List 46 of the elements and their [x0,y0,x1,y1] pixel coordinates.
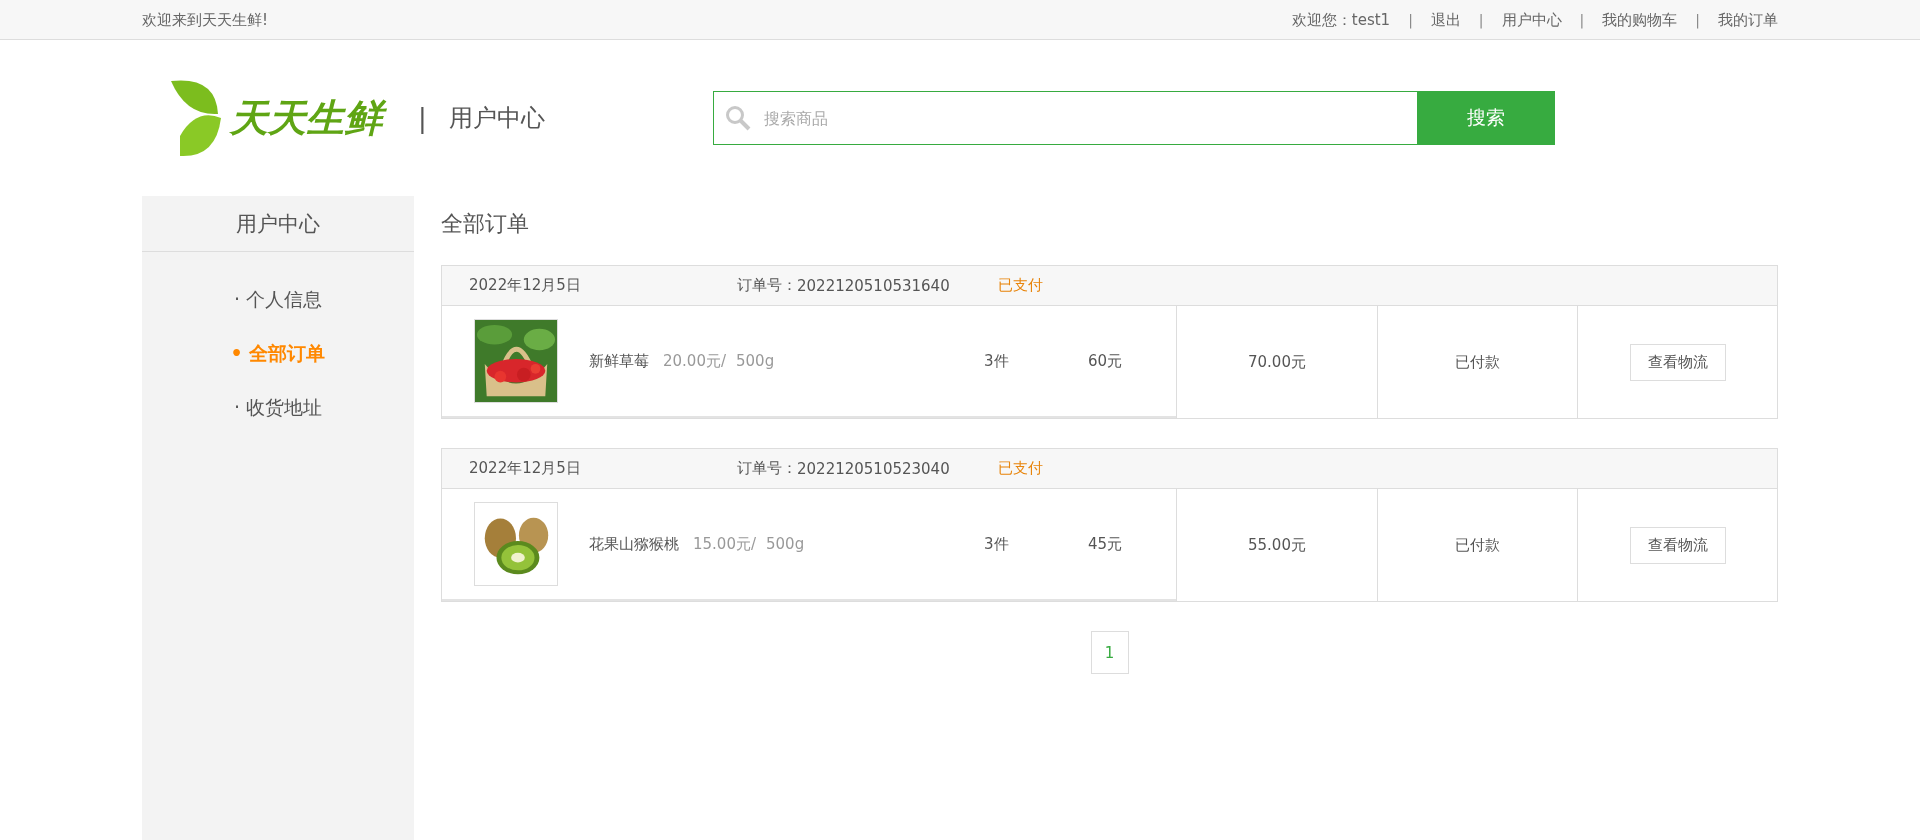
separator: | [1695,12,1700,28]
payment-status: 已付款 [1455,352,1500,372]
top-link[interactable]: 我的订单 [1718,10,1778,30]
order-number-label: 订单号： [737,276,797,295]
order-number-label: 订单号： [737,459,797,478]
welcome-text: 欢迎来到天天生鲜! [142,10,268,30]
product-name: 花果山猕猴桃 [589,534,679,554]
order-status: 已支付 [997,276,1043,295]
separator: | [1579,12,1585,28]
divider: | [418,103,427,133]
order-number: 2022120510531640 [797,276,950,295]
order-number: 2022120510523040 [797,459,950,478]
view-logistics-button[interactable]: 查看物流 [1629,526,1726,564]
username: test1 [1351,11,1391,29]
order-date: 2022年12月5日 [469,276,582,295]
sidebar-item[interactable]: · 收货地址 [229,392,327,422]
subtotal: 45元 [1088,534,1124,554]
product-price: 20.00元/ [663,351,726,371]
top-link[interactable]: 用户中心 [1501,10,1562,30]
product-unit: 500g [736,352,775,370]
top-link[interactable]: 我的购物车 [1602,10,1678,30]
payment-status: 已付款 [1455,535,1500,555]
page-title: 全部订单 [441,210,530,238]
logo-text: 天天生鲜 [226,93,390,143]
separator: | [1478,12,1484,28]
product-unit: 500g [766,535,805,553]
sidebar-item[interactable]: · 个人信息 [229,284,327,314]
order-total: 55.00元 [1248,535,1306,555]
search-icon [724,105,751,131]
quantity: 3件 [984,534,1010,554]
product-price: 15.00元/ [693,534,756,554]
order-status: 已支付 [997,459,1043,478]
order-date: 2022年12月5日 [469,459,582,478]
search-button[interactable]: 搜索 [1417,91,1555,145]
top-link[interactable]: 退出 [1430,10,1461,30]
sidebar-title: 用户中心 [142,196,414,252]
page-link[interactable]: 1 [1090,631,1129,674]
section-title: 用户中心 [448,103,545,134]
user-greeting: 欢迎您： [1291,10,1352,30]
quantity: 3件 [984,351,1010,371]
view-logistics-button[interactable]: 查看物流 [1629,343,1726,381]
product-name: 新鲜草莓 [589,351,649,371]
search-field[interactable]: 搜索商品 [712,91,1418,145]
subtotal: 60元 [1088,351,1124,371]
separator: | [1408,12,1413,28]
order-total: 70.00元 [1248,352,1306,372]
